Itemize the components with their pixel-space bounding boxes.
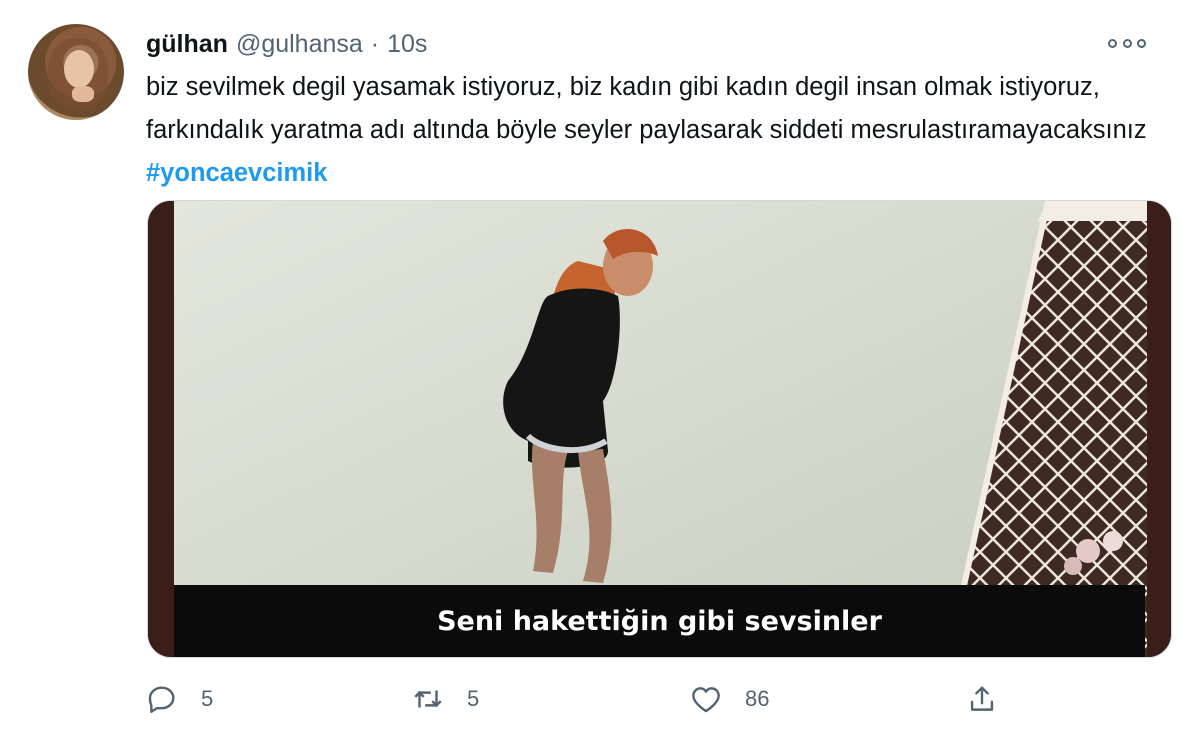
avatar[interactable] — [28, 24, 124, 120]
tweet-media[interactable]: Seni hakettiğin gibi sevsinler — [147, 200, 1172, 658]
tweet-body: biz sevilmek degil yasamak istiyoruz, bi… — [146, 73, 1147, 144]
retweet-button[interactable]: 5 — [411, 676, 479, 722]
tweet-header: gülhan @gulhansa · 10s — [146, 26, 1160, 62]
tweet-text: biz sevilmek degil yasamak istiyoruz, bi… — [146, 66, 1176, 195]
reply-icon — [148, 686, 175, 713]
share-icon — [970, 686, 994, 711]
video-caption: Seni hakettiğin gibi sevsinler — [437, 605, 882, 637]
user-handle[interactable]: @gulhansa — [236, 30, 363, 59]
like-button[interactable]: 86 — [689, 676, 769, 722]
video-caption-bar: Seni hakettiğin gibi sevsinler — [174, 585, 1145, 657]
hashtag-link[interactable]: #yoncaevcimik — [146, 159, 327, 187]
heart-icon — [692, 687, 720, 713]
avatar-hand — [72, 86, 94, 102]
reply-count: 5 — [201, 686, 214, 711]
reply-button[interactable]: 5 — [145, 676, 213, 722]
retweet-count: 5 — [467, 686, 480, 711]
retweet-icon — [414, 690, 442, 708]
tweet-actions: 5 5 86 — [145, 676, 1005, 722]
share-button[interactable] — [965, 676, 999, 722]
avatar-face — [64, 50, 94, 88]
tweet-timestamp[interactable]: 10s — [387, 30, 427, 59]
like-count: 86 — [745, 686, 770, 711]
display-name[interactable]: gülhan — [146, 30, 228, 59]
separator-dot: · — [370, 29, 380, 58]
more-icon[interactable] — [1108, 32, 1146, 54]
